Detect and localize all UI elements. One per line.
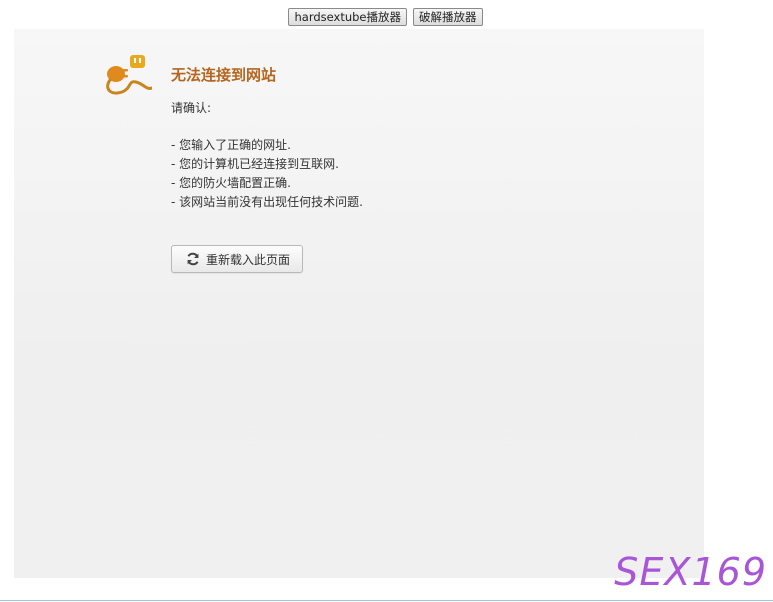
- error-title: 无法连接到网站: [171, 66, 277, 84]
- error-body: 请确认: - 您输入了正确的网址. - 您的计算机已经连接到互联网. - 您的防…: [171, 99, 363, 212]
- check-item-site: - 该网站当前没有出现任何技术问题.: [171, 195, 363, 209]
- top-toolbar: hardsextube播放器 破解播放器: [0, 8, 773, 26]
- refresh-icon: [187, 252, 199, 266]
- confirm-intro: 请确认:: [171, 101, 212, 115]
- bottom-divider: [0, 600, 773, 601]
- check-list: - 您输入了正确的网址. - 您的计算机已经连接到互联网. - 您的防火墙配置正…: [171, 136, 363, 212]
- unplugged-plug-icon: [106, 55, 152, 95]
- check-item-url: - 您输入了正确的网址.: [171, 138, 291, 152]
- check-item-internet: - 您的计算机已经连接到互联网.: [171, 157, 339, 171]
- reload-page-button[interactable]: 重新载入此页面: [171, 245, 304, 273]
- reload-page-label: 重新载入此页面: [206, 252, 291, 267]
- crack-player-button[interactable]: 破解播放器: [413, 8, 483, 26]
- check-item-firewall: - 您的防火墙配置正确.: [171, 176, 291, 190]
- hardsextube-player-button[interactable]: hardsextube播放器: [288, 8, 407, 26]
- error-panel: 无法连接到网站 请确认: - 您输入了正确的网址. - 您的计算机已经连接到互联…: [14, 29, 704, 578]
- watermark-logo: SEX169: [614, 550, 767, 594]
